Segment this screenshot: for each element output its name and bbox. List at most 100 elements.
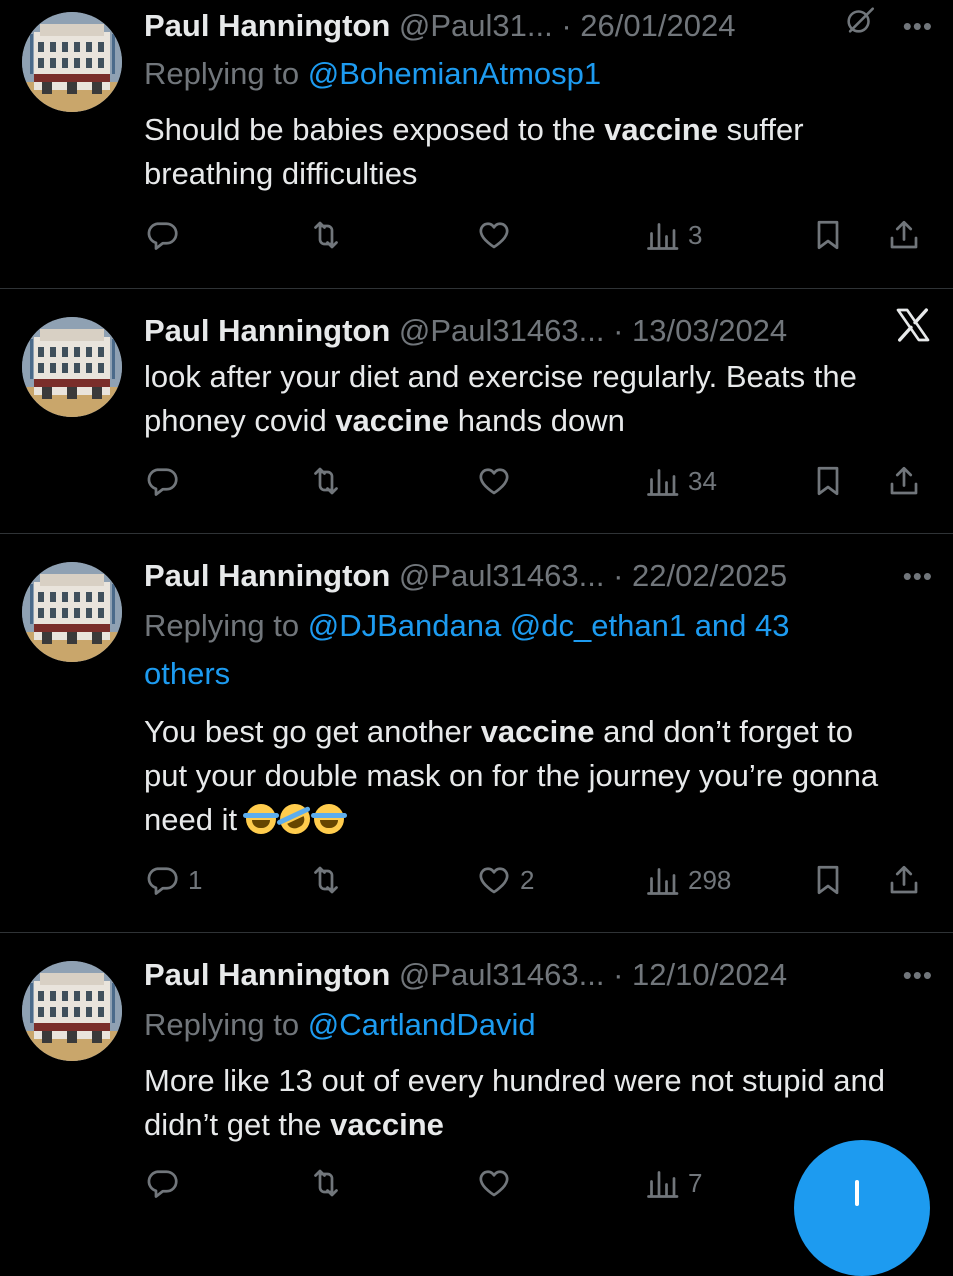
like-count: 2 (520, 864, 535, 895)
more-icon[interactable]: ••• (903, 554, 933, 598)
more-icon[interactable]: ••• (903, 4, 933, 48)
tweet-date[interactable]: 26/01/2024 (580, 8, 735, 43)
author-handle[interactable]: @Paul31463... (399, 558, 605, 593)
author-name[interactable]: Paul Hannington (144, 8, 390, 43)
views-button[interactable]: 7 (644, 1161, 702, 1205)
bookmark-icon (810, 862, 846, 898)
views-button[interactable]: 34 (644, 459, 717, 503)
reply-count: 1 (188, 864, 203, 895)
tweet-date[interactable]: 12/10/2024 (632, 957, 787, 992)
views-count: 7 (688, 1167, 703, 1198)
replying-to-prefix: Replying to (144, 608, 300, 643)
tweet[interactable]: Paul Hannington @Paul31... · 26/01/2024 … (0, 0, 953, 288)
compose-button[interactable] (794, 1140, 930, 1276)
bookmark-icon (810, 463, 846, 499)
author-handle[interactable]: @Paul31463... (399, 313, 605, 348)
repost-icon (308, 1165, 344, 1201)
repost-icon (308, 217, 344, 253)
share-button[interactable] (886, 858, 922, 902)
views-count: 3 (688, 219, 703, 250)
views-count: 34 (688, 465, 717, 496)
tweet-text-part: More like 13 out of every hundred were n… (144, 1063, 886, 1142)
bookmark-button[interactable] (810, 459, 846, 503)
avatar[interactable] (22, 317, 122, 417)
share-button[interactable] (886, 213, 922, 257)
avatar[interactable] (22, 961, 122, 1061)
like-button[interactable] (476, 1161, 520, 1205)
share-icon (886, 217, 922, 253)
rolling-on-floor-laughing-icon (274, 799, 315, 839)
reply-button[interactable] (144, 459, 188, 503)
replying-to: Replying to @CartlandDavid (144, 1001, 853, 1049)
repost-icon (308, 463, 344, 499)
like-icon (476, 1165, 512, 1201)
dot-separator: · (604, 558, 633, 593)
repost-button[interactable] (308, 1161, 352, 1205)
avatar[interactable] (22, 12, 122, 112)
reply-button[interactable] (144, 213, 188, 257)
views-icon (644, 217, 680, 253)
like-button[interactable]: 2 (476, 858, 534, 902)
replying-to-prefix: Replying to (144, 56, 300, 91)
dot-separator: · (604, 313, 633, 348)
author-name[interactable]: Paul Hannington (144, 957, 390, 992)
replying-to-link[interactable]: @CartlandDavid (308, 1007, 536, 1042)
reply-icon (144, 463, 180, 499)
grok-icon[interactable] (843, 3, 877, 49)
bookmark-button[interactable] (810, 213, 846, 257)
reply-icon (144, 217, 180, 253)
like-icon (476, 463, 512, 499)
repost-button[interactable] (308, 213, 352, 257)
more-icon[interactable]: ••• (903, 953, 933, 997)
views-button[interactable]: 298 (644, 858, 731, 902)
tweet-text: look after your diet and exercise regula… (144, 355, 903, 443)
tweet[interactable]: Paul Hannington @Paul31463... · 12/10/20… (0, 933, 953, 1200)
author-name[interactable]: Paul Hannington (144, 313, 390, 348)
replying-to-link[interactable]: @BohemianAtmosp1 (308, 56, 601, 91)
replying-to-prefix: Replying to (144, 1007, 300, 1042)
repost-icon (308, 862, 344, 898)
author-handle[interactable]: @Paul31... (399, 8, 553, 43)
views-icon (644, 862, 680, 898)
reply-button[interactable] (144, 1161, 188, 1205)
tweet-text: You best go get another vaccine and don’… (144, 710, 903, 842)
tweet[interactable]: Paul Hannington @Paul31463... · 13/03/20… (0, 289, 953, 533)
bookmark-icon (810, 217, 846, 253)
tweet-text: More like 13 out of every hundred were n… (144, 1059, 903, 1147)
replying-to: Replying to @DJBandana @dc_ethan1 and 43… (144, 602, 853, 698)
plus-icon (855, 1180, 859, 1206)
share-icon (886, 463, 922, 499)
share-button[interactable] (886, 459, 922, 503)
like-icon (476, 862, 512, 898)
tweet-date[interactable]: 22/02/2025 (632, 558, 787, 593)
views-icon (644, 1165, 680, 1201)
face-with-tears-of-joy-icon (310, 804, 347, 834)
avatar[interactable] (22, 562, 122, 662)
author-name[interactable]: Paul Hannington (144, 558, 390, 593)
face-with-tears-of-joy-icon (242, 804, 279, 834)
tweet-text-part: You best go get another (144, 714, 481, 749)
like-button[interactable] (476, 213, 520, 257)
reply-icon (144, 1165, 180, 1201)
views-button[interactable]: 3 (644, 213, 702, 257)
tweet-actions: 3 (144, 213, 934, 257)
repost-button[interactable] (308, 459, 352, 503)
x-logo-icon[interactable] (893, 305, 933, 357)
tweet-text-part: hands down (449, 403, 625, 438)
dot-separator: · (604, 957, 633, 992)
bookmark-button[interactable] (810, 858, 846, 902)
reply-button[interactable]: 1 (144, 858, 202, 902)
author-handle[interactable]: @Paul31463... (399, 957, 605, 992)
tweet-text-highlight: vaccine (330, 1107, 444, 1142)
tweet-text-highlight: vaccine (604, 112, 718, 147)
tweet-actions: 1 2 298 (144, 858, 934, 902)
tweet-date[interactable]: 13/03/2024 (632, 313, 787, 348)
views-icon (644, 463, 680, 499)
reply-icon (144, 862, 180, 898)
tweet[interactable]: Paul Hannington @Paul31463... · 22/02/20… (0, 534, 953, 932)
views-count: 298 (688, 864, 732, 895)
like-button[interactable] (476, 459, 520, 503)
tweet-actions: 34 (144, 459, 934, 503)
tweet-text-highlight: vaccine (335, 403, 450, 438)
repost-button[interactable] (308, 858, 352, 902)
